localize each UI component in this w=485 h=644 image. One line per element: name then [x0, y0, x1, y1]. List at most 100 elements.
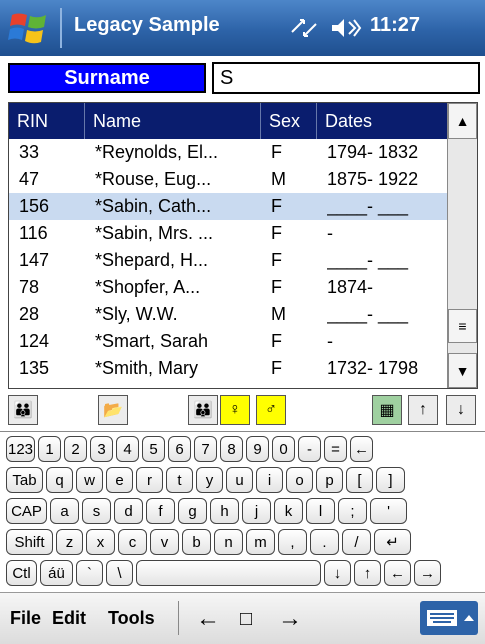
- key[interactable]: ;: [338, 498, 367, 524]
- list-row[interactable]: 28 *Sly, W.W. M ____- ___: [9, 301, 449, 328]
- key[interactable]: z: [56, 529, 83, 555]
- stop-square-icon[interactable]: □: [240, 608, 252, 631]
- key[interactable]: b: [182, 529, 211, 555]
- back-arrow-icon[interactable]: ←: [196, 605, 220, 633]
- search-input[interactable]: [212, 62, 480, 94]
- key[interactable]: d: [114, 498, 143, 524]
- open-folder-icon[interactable]: 📂: [98, 395, 128, 425]
- connectivity-icon[interactable]: [288, 16, 320, 40]
- key[interactable]: [: [346, 467, 373, 493]
- key[interactable]: `: [76, 560, 103, 586]
- sort-descending-icon[interactable]: ↓: [446, 395, 476, 425]
- family-icon[interactable]: 👪: [188, 395, 218, 425]
- key[interactable]: /: [342, 529, 371, 555]
- key[interactable]: f: [146, 498, 175, 524]
- key[interactable]: →: [414, 560, 441, 586]
- list-row[interactable]: 33 *Reynolds, El... F 1794- 1832: [9, 139, 449, 166]
- key[interactable]: ←: [350, 436, 373, 462]
- key[interactable]: p: [316, 467, 343, 493]
- key[interactable]: c: [118, 529, 147, 555]
- key[interactable]: Ctl: [6, 560, 37, 586]
- key[interactable]: y: [196, 467, 223, 493]
- column-header-rin[interactable]: RIN: [9, 103, 85, 139]
- key[interactable]: m: [246, 529, 275, 555]
- key[interactable]: a: [50, 498, 79, 524]
- key[interactable]: s: [82, 498, 111, 524]
- menu-tools[interactable]: Tools: [108, 608, 155, 629]
- key[interactable]: t: [166, 467, 193, 493]
- key[interactable]: l: [306, 498, 335, 524]
- scroll-thumb[interactable]: ≡: [448, 309, 477, 343]
- key[interactable]: v: [150, 529, 179, 555]
- key[interactable]: r: [136, 467, 163, 493]
- list-view-icon[interactable]: ▦: [372, 395, 402, 425]
- find-people-icon[interactable]: 👪: [8, 395, 38, 425]
- key[interactable]: w: [76, 467, 103, 493]
- clock[interactable]: 11:27: [370, 14, 420, 37]
- key[interactable]: ↵: [374, 529, 411, 555]
- key[interactable]: 7: [194, 436, 217, 462]
- key[interactable]: áü: [40, 560, 73, 586]
- column-header-sex[interactable]: Sex: [261, 103, 317, 139]
- pedigree-icon[interactable]: ♂: [256, 395, 286, 425]
- column-header-dates[interactable]: Dates: [317, 103, 449, 139]
- search-field-selector[interactable]: Surname: [8, 63, 206, 93]
- key[interactable]: u: [226, 467, 253, 493]
- key[interactable]: 5: [142, 436, 165, 462]
- list-row[interactable]: 135 *Smith, Mary F 1732- 1798: [9, 355, 449, 382]
- menu-file[interactable]: File: [10, 608, 41, 629]
- list-row[interactable]: 78 *Shopfer, A... F 1874-: [9, 274, 449, 301]
- vertical-scrollbar[interactable]: ▲ ≡ ▼: [447, 103, 477, 388]
- key[interactable]: 9: [246, 436, 269, 462]
- key[interactable]: =: [324, 436, 347, 462]
- key[interactable]: ]: [376, 467, 405, 493]
- key[interactable]: -: [298, 436, 321, 462]
- key[interactable]: n: [214, 529, 243, 555]
- key[interactable]: q: [46, 467, 73, 493]
- key[interactable]: 3: [90, 436, 113, 462]
- key[interactable]: 1: [38, 436, 61, 462]
- key[interactable]: 8: [220, 436, 243, 462]
- windows-start-icon[interactable]: [8, 9, 50, 47]
- list-row[interactable]: 47 *Rouse, Eug... M 1875- 1922: [9, 166, 449, 193]
- forward-arrow-icon[interactable]: →: [278, 605, 302, 633]
- key[interactable]: h: [210, 498, 239, 524]
- key[interactable]: g: [178, 498, 207, 524]
- scroll-up-button[interactable]: ▲: [448, 103, 477, 139]
- key[interactable]: ↑: [354, 560, 381, 586]
- key[interactable]: x: [86, 529, 115, 555]
- key[interactable]: ←: [384, 560, 411, 586]
- key[interactable]: Tab: [6, 467, 43, 493]
- key[interactable]: 6: [168, 436, 191, 462]
- key[interactable]: ': [370, 498, 407, 524]
- list-row[interactable]: 124 *Smart, Sarah F -: [9, 328, 449, 355]
- column-header-name[interactable]: Name: [85, 103, 261, 139]
- key[interactable]: \: [106, 560, 133, 586]
- list-row[interactable]: 116 *Sabin, Mrs. ... F -: [9, 220, 449, 247]
- app-title: Legacy Sample: [74, 14, 220, 36]
- key[interactable]: .: [310, 529, 339, 555]
- key[interactable]: o: [286, 467, 313, 493]
- key[interactable]: 4: [116, 436, 139, 462]
- key[interactable]: 123: [6, 436, 35, 462]
- key[interactable]: i: [256, 467, 283, 493]
- list-row[interactable]: 147 *Shepard, H... F ____- ___: [9, 247, 449, 274]
- individual-icon[interactable]: ♀: [220, 395, 250, 425]
- key[interactable]: 2: [64, 436, 87, 462]
- scroll-down-button[interactable]: ▼: [448, 353, 477, 388]
- cell-name: *Smith, Mary: [95, 358, 199, 378]
- keyboard-input-button[interactable]: [420, 601, 478, 635]
- key-space[interactable]: [136, 560, 321, 586]
- key[interactable]: 0: [272, 436, 295, 462]
- key[interactable]: j: [242, 498, 271, 524]
- list-row[interactable]: 156 *Sabin, Cath... F ____- ___: [9, 193, 449, 220]
- key[interactable]: k: [274, 498, 303, 524]
- volume-icon[interactable]: [330, 16, 362, 40]
- key[interactable]: Shift: [6, 529, 53, 555]
- key[interactable]: ↓: [324, 560, 351, 586]
- key[interactable]: CAP: [6, 498, 47, 524]
- sort-ascending-icon[interactable]: ↑: [408, 395, 438, 425]
- key[interactable]: e: [106, 467, 133, 493]
- menu-edit[interactable]: Edit: [52, 608, 86, 629]
- key[interactable]: ,: [278, 529, 307, 555]
